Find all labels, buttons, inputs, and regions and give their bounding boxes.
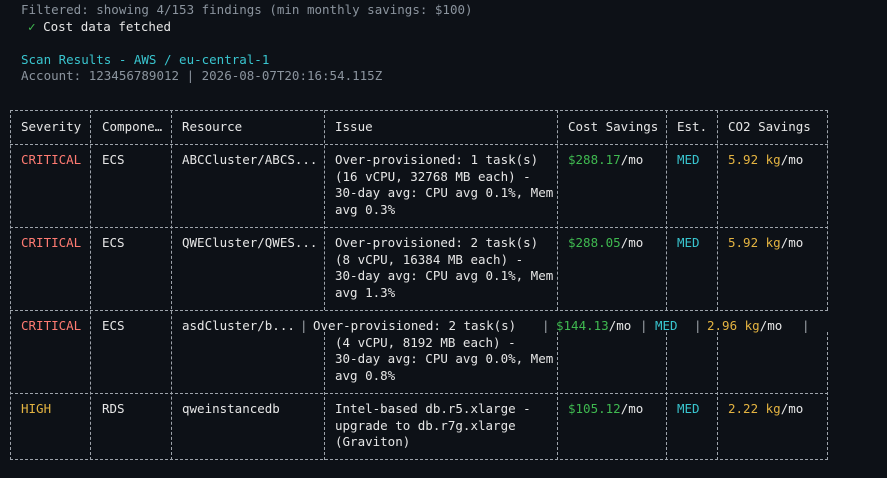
est-cell: MED bbox=[677, 235, 700, 250]
issue-line: avg 0.8% bbox=[335, 367, 396, 383]
component-cell: RDS bbox=[102, 401, 125, 416]
severity-cell: CRITICAL bbox=[21, 235, 82, 250]
resource-cell: qweinstancedb bbox=[182, 401, 280, 416]
column-header-cost-savings: Cost Savings bbox=[568, 119, 659, 134]
component-cell: ECS bbox=[102, 318, 125, 333]
issue-line: (Graviton) bbox=[335, 434, 411, 450]
table-border bbox=[557, 110, 558, 310]
est-cell: MED bbox=[677, 152, 700, 167]
scan-title: Scan Results - AWS / eu-central-1 bbox=[21, 52, 270, 67]
resource-cell: ABCCluster/ABCS... bbox=[182, 152, 318, 167]
table-border bbox=[324, 332, 325, 460]
table-border bbox=[90, 110, 91, 460]
column-separator: | bbox=[542, 318, 550, 333]
severity-cell: CRITICAL bbox=[21, 152, 82, 167]
column-header-co2-savings: CO2 Savings bbox=[728, 119, 811, 134]
column-separator: | bbox=[694, 318, 702, 333]
issue-line: Over-provisioned: 2 task(s) bbox=[313, 318, 517, 333]
column-header-component: Compone… bbox=[102, 119, 163, 134]
table-border bbox=[717, 332, 718, 460]
resource-cell: asdCluster/b... bbox=[182, 318, 295, 333]
table-border bbox=[10, 227, 828, 228]
cost-savings-cell: $288.17/mo bbox=[568, 152, 644, 167]
issue-line: 30-day avg: CPU avg 0.0%, Mem bbox=[335, 351, 554, 367]
cost-savings-cell: $144.13/mo bbox=[556, 318, 632, 333]
component-cell: ECS bbox=[102, 152, 125, 167]
table-border bbox=[171, 110, 172, 460]
column-header-severity: Severity bbox=[21, 119, 82, 134]
issue-line: 30-day avg: CPU avg 0.1%, Mem bbox=[335, 268, 554, 284]
co2-savings-cell: 5.92 kg/mo bbox=[728, 152, 804, 167]
column-separator: | bbox=[300, 318, 308, 333]
table-border bbox=[666, 110, 667, 310]
account-line: Account: 123456789012 | 2026-08-07T20:16… bbox=[21, 68, 383, 83]
issue-line: Over-provisioned: 1 task(s) bbox=[335, 152, 539, 167]
issue-line: 30-day avg: CPU avg 0.1%, Mem bbox=[335, 185, 554, 201]
table-border bbox=[557, 332, 558, 460]
severity-cell: CRITICAL bbox=[21, 318, 82, 333]
component-cell: ECS bbox=[102, 235, 125, 250]
issue-line: avg 0.3% bbox=[335, 201, 396, 217]
table-border bbox=[666, 332, 667, 460]
table-border bbox=[10, 110, 11, 460]
issue-line: upgrade to db.r7g.xlarge bbox=[335, 417, 516, 433]
issue-line: Intel-based db.r5.xlarge - bbox=[335, 401, 531, 416]
issue-line: (8 vCPU, 16384 MB each) - bbox=[335, 251, 524, 267]
issue-line: Over-provisioned: 2 task(s) bbox=[335, 235, 539, 250]
issue-line: (4 vCPU, 8192 MB each) - bbox=[335, 334, 516, 350]
issue-line: (16 vCPU, 32768 MB each) - bbox=[335, 168, 531, 184]
table-border bbox=[10, 310, 828, 311]
column-header-resource: Resource bbox=[182, 119, 243, 134]
table-border bbox=[10, 110, 828, 111]
severity-cell: HIGH bbox=[21, 401, 52, 416]
table-border bbox=[827, 332, 828, 460]
cost-status-text: Cost data fetched bbox=[43, 19, 171, 34]
column-header-issue: Issue bbox=[335, 119, 373, 134]
cost-savings-cell: $288.05/mo bbox=[568, 235, 644, 250]
table-border bbox=[10, 459, 828, 460]
issue-line: avg 1.3% bbox=[335, 284, 396, 300]
column-separator: | bbox=[802, 318, 810, 333]
co2-savings-cell: 2.96 kg/mo bbox=[707, 318, 783, 333]
co2-savings-cell: 5.92 kg/mo bbox=[728, 235, 804, 250]
cost-status-line: ✓ Cost data fetched bbox=[28, 19, 171, 36]
table-border bbox=[324, 110, 325, 310]
resource-cell: QWECluster/QWES... bbox=[182, 235, 318, 250]
table-border bbox=[827, 110, 828, 310]
results-table: Severity Compone… Resource Issue Cost Sa… bbox=[10, 110, 828, 460]
cost-savings-cell: $105.12/mo bbox=[568, 401, 644, 416]
est-cell: MED bbox=[677, 401, 700, 416]
column-header-est: Est. bbox=[677, 119, 708, 134]
column-separator: | bbox=[640, 318, 648, 333]
check-icon: ✓ bbox=[28, 19, 36, 34]
table-border bbox=[10, 393, 828, 394]
filter-status-line: Filtered: showing 4/153 findings (min mo… bbox=[21, 2, 473, 17]
table-border bbox=[717, 110, 718, 310]
co2-savings-cell: 2.22 kg/mo bbox=[728, 401, 804, 416]
table-border bbox=[10, 144, 828, 145]
est-cell: MED bbox=[655, 318, 678, 333]
